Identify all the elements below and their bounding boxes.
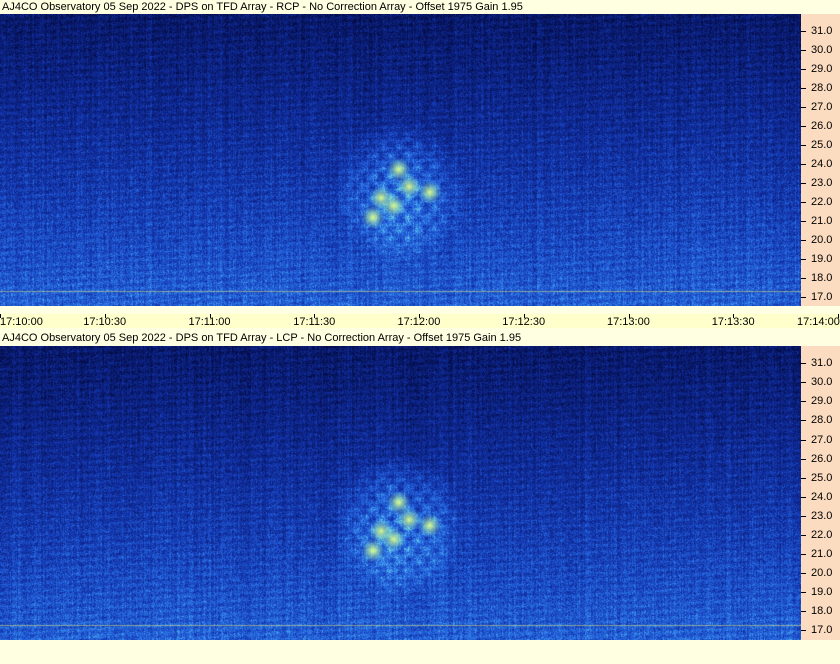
rcp-ytick — [801, 144, 806, 146]
rcp-ytick-label: 20.0 — [811, 233, 833, 246]
rcp-ytick-label: 22.0 — [811, 195, 833, 208]
rcp-ytick — [801, 163, 806, 165]
lcp-ytick-label: 22.0 — [811, 529, 833, 541]
rcp-spectrogram-canvas — [0, 14, 801, 306]
rcp-spectrogram — [0, 14, 801, 306]
lcp-ytick — [801, 439, 806, 441]
lcp-ytick — [801, 515, 806, 517]
rcp-ytick — [801, 201, 806, 203]
rcp-ytick — [801, 220, 806, 222]
lcp-spectrogram-canvas — [0, 346, 801, 640]
lcp-ytick — [801, 401, 806, 403]
lcp-ytick-label: 21.0 — [811, 548, 833, 561]
rcp-ytick — [801, 87, 806, 89]
rcp-ytick-label: 28.0 — [811, 81, 833, 94]
rcp-ytick — [801, 239, 806, 241]
lcp-ytick-label: 30.0 — [811, 376, 833, 389]
lcp-ytick-label: 26.0 — [811, 452, 833, 465]
rcp-ytick-label: 24.0 — [811, 157, 833, 170]
rcp-ytick-label: 21.0 — [811, 214, 833, 227]
rcp-ytick — [801, 125, 806, 127]
lcp-ytick-label: 28.0 — [811, 414, 833, 427]
rcp-ytick — [801, 182, 806, 184]
rcp-xtick-label: 17:10:30 — [83, 316, 127, 328]
rcp-ytick-label: 17.0 — [811, 290, 833, 303]
rcp-ytick-label: 31.0 — [811, 25, 833, 38]
lcp-ytick — [801, 611, 806, 613]
rcp-xtick-label: 17:10:00 — [0, 316, 43, 328]
lcp-ytick — [801, 592, 806, 594]
rcp-ytick — [801, 31, 806, 33]
lcp-ytick — [801, 458, 806, 460]
rcp-ytick — [801, 106, 806, 108]
lcp-ytick-label: 25.0 — [811, 471, 833, 484]
rcp-ytick — [801, 296, 806, 298]
lcp-ytick-label: 23.0 — [811, 509, 833, 522]
rcp-xtick-label: 17:12:30 — [502, 316, 546, 328]
lcp-ytick — [801, 573, 806, 575]
lcp-frequency-axis: 17.0 18.0 19.0 20.0 21.0 22.0 23.0 24.0 25.0 26.0… — [801, 346, 840, 640]
lcp-ytick-label: 20.0 — [811, 567, 833, 580]
rcp-ytick-label: 19.0 — [811, 252, 833, 265]
lcp-ytick-label: 31.0 — [811, 357, 833, 370]
rcp-ytick-label: 18.0 — [811, 271, 833, 284]
lcp-ytick-label: 27.0 — [811, 433, 833, 446]
lcp-panel-title: AJ4CO Observatory 05 Sep 2022 - DPS on T… — [2, 332, 522, 344]
lcp-ytick — [801, 420, 806, 422]
rcp-xtick-label: 17:13:30 — [711, 316, 755, 328]
rcp-ytick-label: 27.0 — [811, 100, 833, 113]
rcp-ytick — [801, 258, 806, 260]
rcp-ytick-label: 25.0 — [811, 138, 833, 151]
rcp-panel-title: AJ4CO Observatory 05 Sep 2022 - DPS on T… — [2, 1, 523, 13]
rcp-xtick-label: 17:13:00 — [607, 316, 650, 328]
lcp-ytick — [801, 554, 806, 556]
rcp-frequency-axis: 17.0 18.0 19.0 20.0 21.0 22.0 23.0 24.0 25.0 26.0… — [801, 14, 840, 306]
lcp-ytick — [801, 382, 806, 384]
rcp-ytick — [801, 50, 806, 52]
rcp-xtick-label: 17:14:00 — [797, 316, 840, 328]
lcp-ytick-label: 18.0 — [811, 605, 833, 618]
rcp-ytick — [801, 68, 806, 70]
rcp-ytick — [801, 277, 806, 279]
rcp-ytick-label: 26.0 — [811, 119, 833, 132]
lcp-ytick — [801, 630, 806, 632]
rcp-ytick-label: 29.0 — [811, 62, 833, 75]
lcp-spectrogram — [0, 346, 801, 640]
rcp-time-axis: 17:10:00 17:10:30 17:11:00 17:11:30 17:12:00… — [0, 314, 840, 328]
lcp-ytick-label: 19.0 — [811, 586, 833, 599]
lcp-ytick — [801, 535, 806, 536]
lcp-ytick — [801, 363, 806, 365]
lcp-ytick-label: 17.0 — [811, 624, 833, 637]
rcp-xtick-label: 17:11:00 — [188, 316, 231, 328]
lcp-ytick-label: 24.0 — [811, 490, 833, 503]
lcp-ytick — [801, 477, 806, 479]
rcp-xtick-label: 17:11:30 — [293, 316, 336, 328]
lcp-ytick — [801, 496, 806, 498]
rcp-ytick-label: 30.0 — [811, 44, 833, 57]
rcp-xtick-label: 17:12:00 — [397, 316, 441, 328]
rcp-ytick-label: 23.0 — [811, 176, 833, 189]
lcp-ytick-label: 29.0 — [811, 395, 833, 408]
